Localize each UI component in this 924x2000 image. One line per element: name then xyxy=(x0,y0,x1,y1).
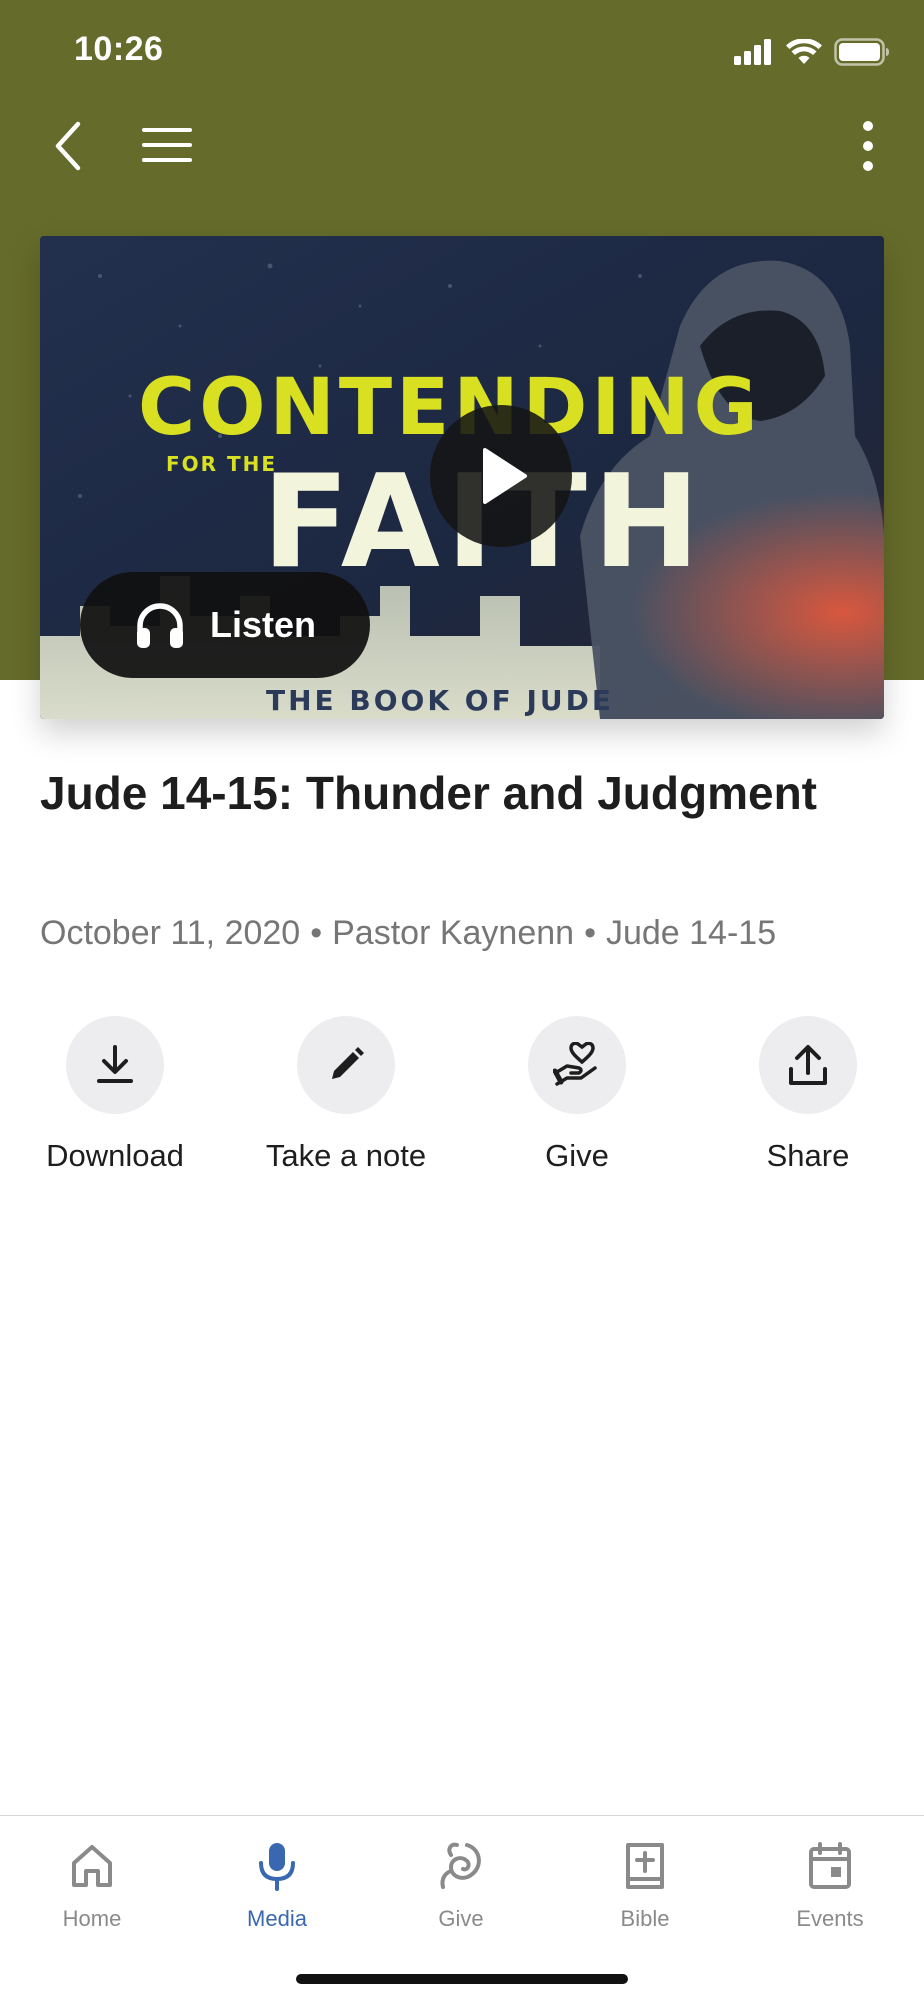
listen-button[interactable]: Listen xyxy=(80,572,370,678)
listen-label: Listen xyxy=(210,604,317,645)
headphones-icon xyxy=(137,603,183,648)
download-circle xyxy=(66,1016,164,1114)
download-icon xyxy=(97,1045,133,1083)
share-button[interactable]: Share xyxy=(698,1016,918,1174)
take-note-circle xyxy=(297,1016,395,1114)
take-note-label: Take a note xyxy=(265,1138,427,1173)
tab-give[interactable]: Give xyxy=(386,1836,536,1932)
tab-events-label: Events xyxy=(796,1906,864,1931)
tab-bible[interactable]: Bible xyxy=(570,1836,720,1932)
status-icons xyxy=(734,38,890,66)
sermon-meta: October 11, 2020 • Pastor Kaynenn • Jude 14-… xyxy=(40,914,776,953)
tab-media-label: Media xyxy=(247,1906,307,1931)
play-button[interactable] xyxy=(430,405,572,547)
signal-icon xyxy=(734,39,771,65)
share-circle xyxy=(759,1016,857,1114)
meta-separator: • xyxy=(310,914,323,952)
tab-home[interactable]: Home xyxy=(17,1836,167,1932)
microphone-icon xyxy=(259,1843,295,1891)
menu-button[interactable] xyxy=(138,124,198,168)
tab-home-label: Home xyxy=(62,1906,122,1931)
artwork-subtitle: THE BOOK OF JUDE xyxy=(266,684,614,717)
action-row: Download Take a note Give Share xyxy=(0,1016,924,1186)
tab-events[interactable]: Events xyxy=(755,1836,905,1932)
chevron-left-icon xyxy=(55,121,81,171)
play-icon xyxy=(483,448,527,504)
meta-separator: • xyxy=(584,914,596,952)
bottom-tab-bar: Home Media Give Bible Events xyxy=(0,1815,924,2000)
download-button[interactable]: Download xyxy=(5,1016,225,1174)
share-label: Share xyxy=(766,1138,850,1173)
home-icon xyxy=(72,1845,112,1887)
give-hand-heart-icon xyxy=(553,1042,597,1086)
more-options-button[interactable] xyxy=(856,118,880,174)
share-icon xyxy=(789,1045,827,1085)
calendar-icon xyxy=(809,1842,851,1889)
give-action-label: Give xyxy=(545,1138,609,1173)
tab-give-label: Give xyxy=(438,1906,484,1931)
tab-media[interactable]: Media xyxy=(202,1836,352,1932)
give-icon xyxy=(440,1842,481,1889)
home-indicator xyxy=(296,1974,628,1984)
status-bar: 10:26 xyxy=(0,0,924,100)
battery-icon xyxy=(834,38,889,66)
more-vertical-icon xyxy=(863,121,873,171)
artwork-title-small: FOR THE xyxy=(166,452,277,476)
status-time: 10:26 xyxy=(74,30,164,68)
back-button[interactable] xyxy=(46,116,90,176)
hamburger-menu-icon xyxy=(142,128,192,162)
sermon-title: Jude 14-15: Thunder and Judgment xyxy=(40,767,817,819)
pencil-icon xyxy=(332,1047,364,1079)
sermon-date: October 11, 2020 xyxy=(40,914,301,952)
give-circle xyxy=(528,1016,626,1114)
tab-bible-label: Bible xyxy=(620,1906,670,1931)
wifi-icon xyxy=(786,39,822,64)
bible-icon xyxy=(626,1843,664,1889)
sermon-speaker: Pastor Kaynenn xyxy=(332,914,575,952)
take-note-button[interactable]: Take a note xyxy=(236,1016,456,1174)
give-action-button[interactable]: Give xyxy=(467,1016,687,1174)
sermon-passage: Jude 14-15 xyxy=(605,914,777,952)
sermon-artwork: CONTENDING FOR THE FAITH THE BOOK OF JUD… xyxy=(40,236,884,719)
download-label: Download xyxy=(46,1138,184,1173)
